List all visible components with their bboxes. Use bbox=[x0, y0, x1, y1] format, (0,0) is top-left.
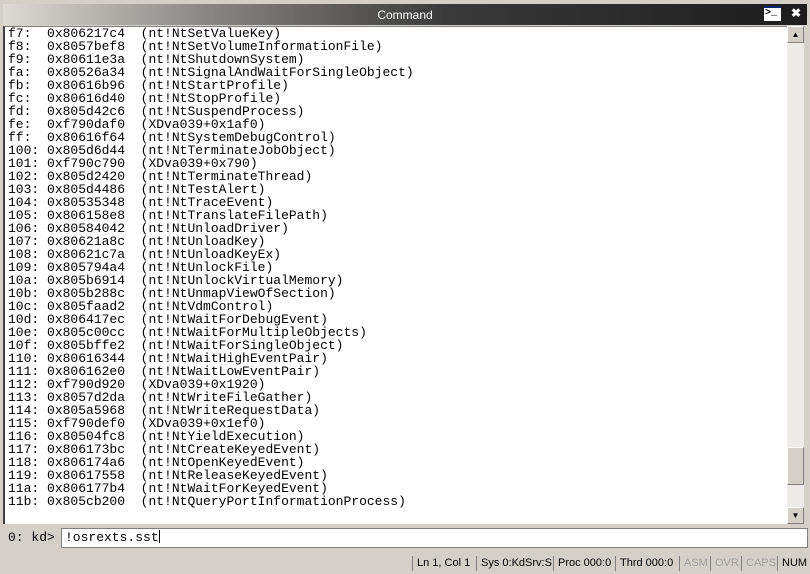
text-caret bbox=[158, 530, 160, 543]
scroll-thumb[interactable] bbox=[787, 447, 804, 485]
command-input[interactable]: !osrexts.sst bbox=[61, 528, 808, 548]
status-line-col: Ln 1, Col 1 bbox=[412, 556, 470, 571]
output-line-sym: (nt!NtQueryPortInformationProcess) bbox=[140, 494, 406, 509]
close-icon[interactable]: ✖ bbox=[791, 6, 801, 20]
scroll-up-button[interactable]: ▲ bbox=[787, 26, 804, 43]
status-num: NUM bbox=[777, 556, 810, 571]
window-title: Command bbox=[377, 8, 433, 22]
status-bar: Ln 1, Col 1 Sys 0:KdSrv:S Proc 000:0 Thr… bbox=[0, 553, 810, 574]
title-bar: Command >_ ✖ bbox=[3, 4, 807, 25]
status-asm: ASM bbox=[679, 556, 708, 571]
scroll-down-button[interactable]: ▼ bbox=[787, 507, 804, 524]
output-line-idx: 11b: bbox=[8, 494, 48, 509]
command-input-value: !osrexts.sst bbox=[65, 530, 159, 545]
status-thrd: Thrd 000:0 bbox=[615, 556, 673, 571]
status-proc: Proc 000:0 bbox=[553, 556, 611, 571]
status-ovr: OVR bbox=[710, 556, 739, 571]
command-output: f7: 0x806217c4 (nt!NtSetValueKey) f8: 0x8… bbox=[3, 26, 788, 524]
output-line-addr: 0x805cb200 bbox=[47, 494, 141, 509]
output-line: 11b: 0x805cb200 (nt!NtQueryPortInformati… bbox=[5, 495, 788, 508]
status-caps: CAPS bbox=[741, 556, 776, 571]
command-prompt-label: 0: kd> bbox=[8, 530, 55, 545]
status-sys: Sys 0:KdSrv:S bbox=[476, 556, 552, 571]
command-prompt-icon[interactable]: >_ bbox=[764, 6, 781, 21]
vertical-scrollbar[interactable]: ▲ ▼ bbox=[787, 26, 804, 524]
